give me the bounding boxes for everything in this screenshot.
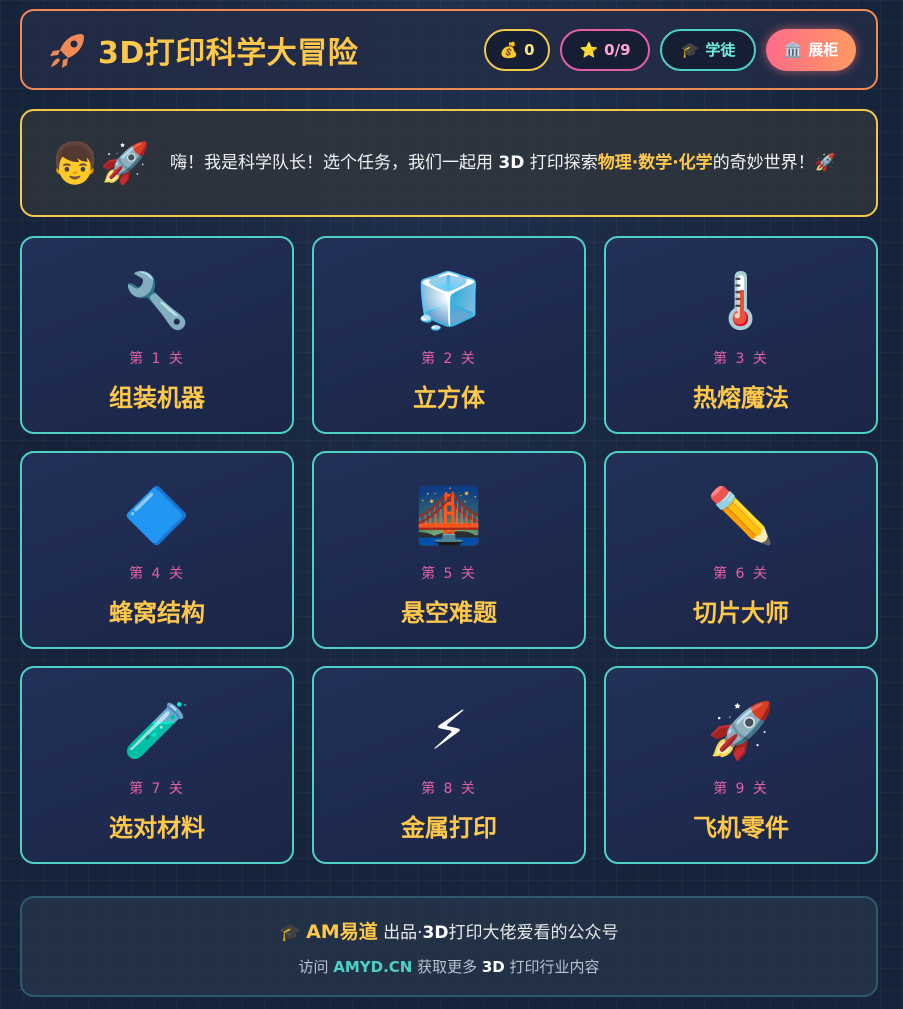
level-card-3[interactable]: 🌡️ 第 3 关热熔魔法 [604,236,878,434]
level-name: 悬空难题 [401,599,497,627]
level-card-2[interactable]: 🧊 第 2 关立方体 [312,236,586,434]
level-number: 第 3 关 [713,351,769,367]
coins-value: 0 [524,40,535,59]
level-name: 组装机器 [109,384,205,412]
level-number: 第 2 关 [421,351,477,367]
blue-diamond-icon: 🔷 [123,484,191,547]
level-number: 第 5 关 [421,566,477,582]
level-number: 第 9 关 [713,781,769,797]
footer-line-2: 访问 AMYD.CN 获取更多 3D 打印行业内容 [298,957,600,976]
pencil-icon: ✏️ [707,484,775,547]
level-card-4[interactable]: 🔷 第 4 关蜂窝结构 [20,451,294,649]
money-bag-icon: 💰 [499,40,519,59]
stars-value: 0/9 [604,40,631,59]
level-number: 第 8 关 [421,781,477,797]
level-card-1[interactable]: 🔧 第 1 关组装机器 [20,236,294,434]
level-name: 立方体 [413,384,485,412]
rocket-icon: 🚀 [100,140,150,187]
welcome-message: 嗨！我是科学队长！选个任务，我们一起用 3D 打印探索物理·数学·化学的奇妙世界… [170,152,836,173]
welcome-banner: 👦 🚀 嗨！我是科学队长！选个任务，我们一起用 3D 打印探索物理·数学·化学的… [20,109,878,217]
brand-name: AM易道 [306,920,378,943]
rocket-icon [50,33,84,68]
coins-counter[interactable]: 💰 0 [484,28,550,71]
level-name: 蜂窝结构 [109,599,205,627]
stars-counter[interactable]: ⭐ 0/9 [560,28,650,71]
museum-icon: 🏛️ [783,40,803,59]
graduation-cap-icon: 🎓 [279,922,301,943]
thermometer-icon: 🌡️ [707,269,775,332]
level-name: 飞机零件 [693,814,789,842]
level-card-7[interactable]: 🧪 第 7 关选对材料 [20,666,294,864]
site-link[interactable]: AMYD.CN [333,958,412,976]
cabinet-button[interactable]: 🏛️ 展柜 [766,28,856,71]
header-bar: 3D打印科学大冒险 💰 0 ⭐ 0/9 🎓 学徒 🏛️ 展柜 [20,9,878,90]
rocket-icon: 🚀 [707,699,775,762]
boy-avatar-icon: 👦 [50,140,100,187]
footer-credits: 🎓 AM易道 出品·3D打印大佬爱看的公众号 访问 AMYD.CN 获取更多 3… [20,896,878,997]
level-number: 第 1 关 [129,351,185,367]
level-number: 第 7 关 [129,781,185,797]
level-name: 选对材料 [109,814,205,842]
wrench-icon: 🔧 [123,269,191,332]
level-name: 金属打印 [401,814,497,842]
level-card-9[interactable]: 🚀 第 9 关飞机零件 [604,666,878,864]
level-number: 第 6 关 [713,566,769,582]
test-tube-icon: 🧪 [123,699,191,762]
cabinet-label: 展柜 [808,41,839,59]
level-name: 热熔魔法 [693,384,789,412]
rank-badge[interactable]: 🎓 学徒 [660,28,756,71]
app-title: 3D打印科学大冒险 [98,35,359,71]
graduation-cap-icon: 🎓 [680,40,700,59]
lightning-icon: ⚡ [430,699,468,762]
bridge-icon: 🌉 [415,484,483,547]
ice-cube-icon: 🧊 [415,269,483,332]
level-grid: 🔧 第 1 关组装机器 🧊 第 2 关立方体 🌡️ 第 3 关热熔魔法 🔷 第 4 关蜂… [20,236,878,864]
level-card-5[interactable]: 🌉 第 5 关悬空难题 [312,451,586,649]
level-name: 切片大师 [693,599,789,627]
rank-label: 学徒 [705,41,736,59]
star-icon: ⭐ [579,40,599,59]
footer-line-1: 🎓 AM易道 出品·3D打印大佬爱看的公众号 [279,920,619,943]
level-card-6[interactable]: ✏️ 第 6 关切片大师 [604,451,878,649]
level-card-8[interactable]: ⚡ 第 8 关金属打印 [312,666,586,864]
level-number: 第 4 关 [129,566,185,582]
